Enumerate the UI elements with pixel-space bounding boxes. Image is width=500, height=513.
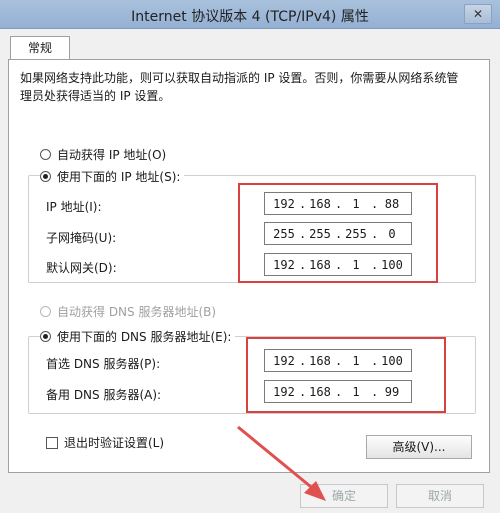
radio-auto-ip-label: 自动获得 IP 地址(O) bbox=[57, 148, 167, 162]
octet: 0 bbox=[388, 226, 396, 241]
subnet-mask-input[interactable]: 255. 255. 255. 0 bbox=[264, 222, 412, 245]
octet: 192 bbox=[273, 353, 295, 368]
tab-general[interactable]: 常规 bbox=[10, 36, 70, 60]
alternate-dns-label: 备用 DNS 服务器(A): bbox=[46, 388, 162, 402]
preferred-dns-input[interactable]: 192. 168. 1. 100 bbox=[264, 349, 412, 372]
gateway-input[interactable]: 192. 168. 1. 100 bbox=[264, 253, 412, 276]
octet: 168 bbox=[309, 257, 331, 272]
radio-icon bbox=[40, 306, 51, 317]
radio-checked-icon bbox=[40, 171, 51, 182]
octet: 168 bbox=[309, 353, 331, 368]
octet: 1 bbox=[352, 384, 360, 399]
cancel-button[interactable]: 取消 bbox=[396, 484, 484, 508]
validate-on-exit-label: 退出时验证设置(L) bbox=[64, 436, 165, 450]
alternate-dns-input[interactable]: 192. 168. 1. 99 bbox=[264, 380, 412, 403]
radio-checked-icon bbox=[40, 331, 51, 342]
radio-manual-ip[interactable]: 使用下面的 IP 地址(S): bbox=[40, 168, 185, 185]
subnet-mask-label: 子网掩码(U): bbox=[46, 231, 117, 245]
advanced-button[interactable]: 高级(V)... bbox=[366, 435, 472, 459]
octet: 100 bbox=[381, 353, 403, 368]
description-text: 如果网络支持此功能，则可以获取自动指派的 IP 设置。否则，你需要从网络系统管理… bbox=[20, 71, 459, 103]
title-bar: Internet 协议版本 4 (TCP/IPv4) 属性 ✕ bbox=[0, 0, 500, 29]
close-button[interactable]: ✕ bbox=[464, 4, 492, 24]
octet: 1 bbox=[352, 353, 360, 368]
validate-on-exit-checkbox[interactable]: 退出时验证设置(L) bbox=[46, 434, 164, 451]
octet: 255 bbox=[273, 226, 295, 241]
radio-auto-dns-label: 自动获得 DNS 服务器地址(B) bbox=[57, 305, 217, 319]
radio-manual-dns[interactable]: 使用下面的 DNS 服务器地址(E): bbox=[40, 328, 236, 345]
radio-manual-ip-label: 使用下面的 IP 地址(S): bbox=[57, 170, 181, 184]
preferred-dns-label: 首选 DNS 服务器(P): bbox=[46, 357, 161, 371]
octet: 1 bbox=[352, 257, 360, 272]
radio-icon bbox=[40, 149, 51, 160]
octet: 100 bbox=[381, 257, 403, 272]
octet: 192 bbox=[273, 257, 295, 272]
radio-auto-ip[interactable]: 自动获得 IP 地址(O) bbox=[40, 146, 166, 163]
octet: 168 bbox=[309, 196, 331, 211]
octet: 192 bbox=[273, 196, 295, 211]
pointer-arrow-icon bbox=[237, 425, 326, 501]
octet: 255 bbox=[309, 226, 331, 241]
radio-auto-dns[interactable]: 自动获得 DNS 服务器地址(B) bbox=[40, 303, 216, 320]
octet: 1 bbox=[352, 196, 360, 211]
octet: 168 bbox=[309, 384, 331, 399]
properties-dialog: Internet 协议版本 4 (TCP/IPv4) 属性 ✕ 常规 如果网络支… bbox=[0, 0, 500, 513]
ip-address-input[interactable]: 192. 168. 1. 88 bbox=[264, 192, 412, 215]
octet: 255 bbox=[345, 226, 367, 241]
octet: 192 bbox=[273, 384, 295, 399]
gateway-label: 默认网关(D): bbox=[46, 261, 117, 275]
checkbox-icon bbox=[46, 436, 58, 449]
radio-manual-dns-label: 使用下面的 DNS 服务器地址(E): bbox=[57, 330, 232, 344]
octet: 99 bbox=[384, 384, 400, 399]
octet: 88 bbox=[384, 196, 400, 211]
ip-address-label: IP 地址(I): bbox=[46, 200, 102, 214]
window-title: Internet 协议版本 4 (TCP/IPv4) 属性 bbox=[131, 9, 369, 25]
